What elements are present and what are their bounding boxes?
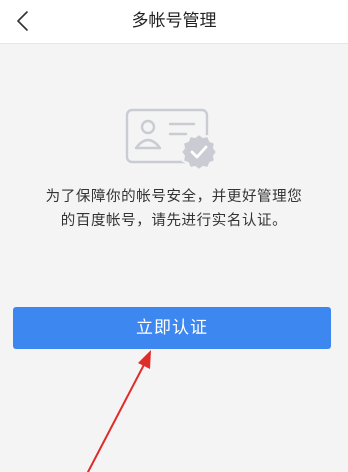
id-card-verified-icon (122, 104, 218, 172)
verification-notice: 为了保障你的帐号安全，并更好管理您的百度帐号，请先进行实名认证。 (45, 189, 303, 229)
annotation-arrow-icon (87, 350, 151, 472)
page-title: 多帐号管理 (131, 11, 217, 31)
verify-now-button[interactable]: 立即认证 (13, 307, 331, 349)
nav-bar: 多帐号管理 (0, 0, 348, 44)
